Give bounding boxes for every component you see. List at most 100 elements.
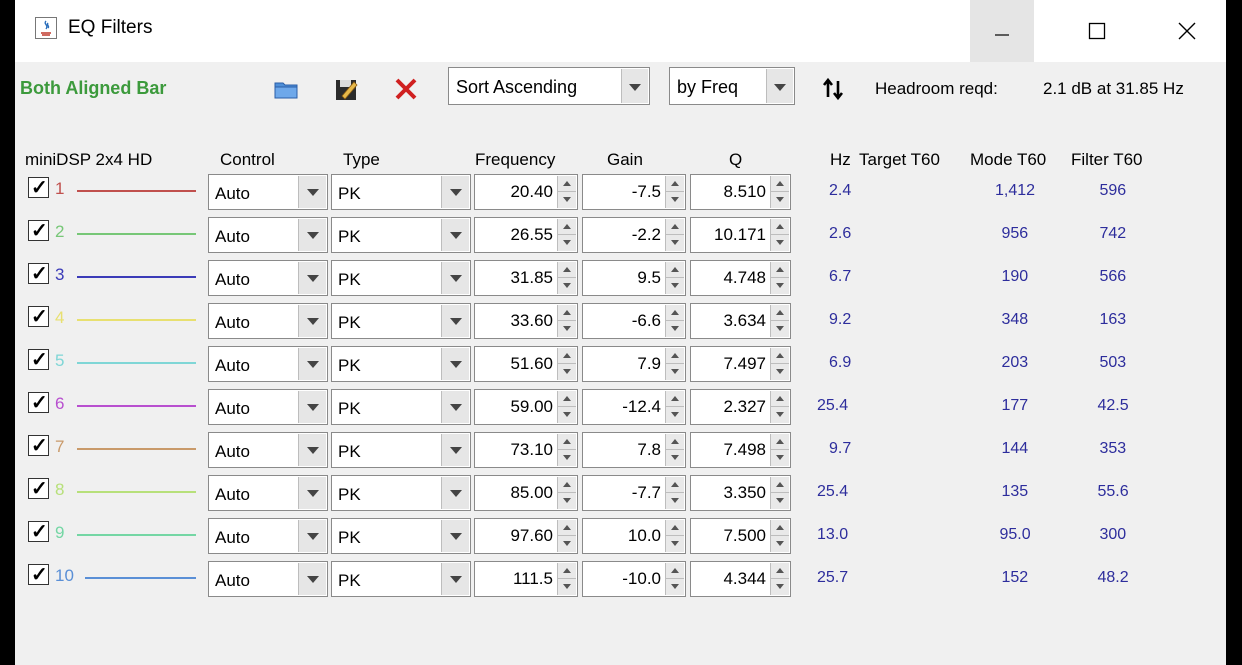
chevron-down-icon[interactable] bbox=[441, 305, 469, 337]
increment-icon[interactable] bbox=[558, 520, 576, 536]
decrement-icon[interactable] bbox=[771, 192, 789, 208]
gain-spinner[interactable]: -12.4 bbox=[582, 389, 686, 425]
decrement-icon[interactable] bbox=[771, 450, 789, 466]
enable-checkbox[interactable] bbox=[28, 433, 49, 458]
gain-spinner[interactable]: 7.8 bbox=[582, 432, 686, 468]
type-dropdown[interactable]: PK bbox=[331, 260, 471, 296]
decrement-icon[interactable] bbox=[666, 493, 684, 509]
increment-icon[interactable] bbox=[666, 477, 684, 493]
sort-order-dropdown[interactable]: Sort Ascending bbox=[448, 67, 650, 105]
decrement-icon[interactable] bbox=[558, 407, 576, 423]
enable-checkbox[interactable] bbox=[28, 261, 49, 286]
control-dropdown[interactable]: Auto bbox=[208, 475, 328, 511]
minimize-button[interactable] bbox=[970, 0, 1034, 62]
decrement-icon[interactable] bbox=[771, 536, 789, 552]
increment-icon[interactable] bbox=[771, 219, 789, 235]
control-dropdown[interactable]: Auto bbox=[208, 561, 328, 597]
increment-icon[interactable] bbox=[558, 219, 576, 235]
chevron-down-icon[interactable] bbox=[298, 176, 326, 208]
delete-icon[interactable] bbox=[392, 76, 420, 102]
q-spinner[interactable]: 4.344 bbox=[690, 561, 791, 597]
gain-spinner[interactable]: 7.9 bbox=[582, 346, 686, 382]
frequency-spinner[interactable]: 97.60 bbox=[474, 518, 578, 554]
frequency-spinner[interactable]: 85.00 bbox=[474, 475, 578, 511]
decrement-icon[interactable] bbox=[558, 493, 576, 509]
q-spinner[interactable]: 10.171 bbox=[690, 217, 791, 253]
increment-icon[interactable] bbox=[666, 348, 684, 364]
decrement-icon[interactable] bbox=[558, 278, 576, 294]
increment-icon[interactable] bbox=[558, 477, 576, 493]
increment-icon[interactable] bbox=[771, 176, 789, 192]
chevron-down-icon[interactable] bbox=[298, 305, 326, 337]
chevron-down-icon[interactable] bbox=[298, 391, 326, 423]
chevron-down-icon[interactable] bbox=[441, 520, 469, 552]
decrement-icon[interactable] bbox=[771, 493, 789, 509]
q-spinner[interactable]: 4.748 bbox=[690, 260, 791, 296]
increment-icon[interactable] bbox=[771, 305, 789, 321]
chevron-down-icon[interactable] bbox=[298, 477, 326, 509]
decrement-icon[interactable] bbox=[666, 235, 684, 251]
chevron-down-icon[interactable] bbox=[441, 262, 469, 294]
decrement-icon[interactable] bbox=[771, 407, 789, 423]
increment-icon[interactable] bbox=[771, 434, 789, 450]
chevron-down-icon[interactable] bbox=[298, 563, 326, 595]
decrement-icon[interactable] bbox=[558, 450, 576, 466]
type-dropdown[interactable]: PK bbox=[331, 475, 471, 511]
chevron-down-icon[interactable] bbox=[766, 69, 793, 103]
frequency-spinner[interactable]: 20.40 bbox=[474, 174, 578, 210]
control-dropdown[interactable]: Auto bbox=[208, 518, 328, 554]
sort-direction-icon[interactable] bbox=[821, 77, 845, 101]
enable-checkbox[interactable] bbox=[28, 476, 49, 501]
increment-icon[interactable] bbox=[666, 391, 684, 407]
chevron-down-icon[interactable] bbox=[441, 563, 469, 595]
control-dropdown[interactable]: Auto bbox=[208, 174, 328, 210]
decrement-icon[interactable] bbox=[558, 579, 576, 595]
open-folder-icon[interactable] bbox=[272, 76, 300, 102]
frequency-spinner[interactable]: 51.60 bbox=[474, 346, 578, 382]
frequency-spinner[interactable]: 73.10 bbox=[474, 432, 578, 468]
chevron-down-icon[interactable] bbox=[298, 262, 326, 294]
decrement-icon[interactable] bbox=[666, 579, 684, 595]
increment-icon[interactable] bbox=[558, 391, 576, 407]
q-spinner[interactable]: 3.634 bbox=[690, 303, 791, 339]
decrement-icon[interactable] bbox=[771, 364, 789, 380]
control-dropdown[interactable]: Auto bbox=[208, 303, 328, 339]
increment-icon[interactable] bbox=[666, 563, 684, 579]
decrement-icon[interactable] bbox=[558, 364, 576, 380]
chevron-down-icon[interactable] bbox=[441, 391, 469, 423]
decrement-icon[interactable] bbox=[558, 192, 576, 208]
decrement-icon[interactable] bbox=[558, 321, 576, 337]
increment-icon[interactable] bbox=[666, 262, 684, 278]
decrement-icon[interactable] bbox=[558, 235, 576, 251]
increment-icon[interactable] bbox=[666, 305, 684, 321]
decrement-icon[interactable] bbox=[666, 364, 684, 380]
gain-spinner[interactable]: -10.0 bbox=[582, 561, 686, 597]
frequency-spinner[interactable]: 26.55 bbox=[474, 217, 578, 253]
decrement-icon[interactable] bbox=[666, 278, 684, 294]
enable-checkbox[interactable] bbox=[28, 519, 49, 544]
increment-icon[interactable] bbox=[558, 176, 576, 192]
chevron-down-icon[interactable] bbox=[298, 219, 326, 251]
type-dropdown[interactable]: PK bbox=[331, 389, 471, 425]
gain-spinner[interactable]: -7.7 bbox=[582, 475, 686, 511]
control-dropdown[interactable]: Auto bbox=[208, 389, 328, 425]
decrement-icon[interactable] bbox=[666, 321, 684, 337]
q-spinner[interactable]: 7.500 bbox=[690, 518, 791, 554]
type-dropdown[interactable]: PK bbox=[331, 518, 471, 554]
enable-checkbox[interactable] bbox=[28, 347, 49, 372]
gain-spinner[interactable]: 10.0 bbox=[582, 518, 686, 554]
enable-checkbox[interactable] bbox=[28, 175, 49, 200]
q-spinner[interactable]: 7.498 bbox=[690, 432, 791, 468]
increment-icon[interactable] bbox=[666, 176, 684, 192]
q-spinner[interactable]: 7.497 bbox=[690, 346, 791, 382]
frequency-spinner[interactable]: 33.60 bbox=[474, 303, 578, 339]
sort-by-dropdown[interactable]: by Freq bbox=[669, 67, 795, 105]
increment-icon[interactable] bbox=[771, 348, 789, 364]
chevron-down-icon[interactable] bbox=[441, 176, 469, 208]
control-dropdown[interactable]: Auto bbox=[208, 346, 328, 382]
type-dropdown[interactable]: PK bbox=[331, 346, 471, 382]
gain-spinner[interactable]: -6.6 bbox=[582, 303, 686, 339]
decrement-icon[interactable] bbox=[666, 192, 684, 208]
chevron-down-icon[interactable] bbox=[441, 348, 469, 380]
control-dropdown[interactable]: Auto bbox=[208, 217, 328, 253]
